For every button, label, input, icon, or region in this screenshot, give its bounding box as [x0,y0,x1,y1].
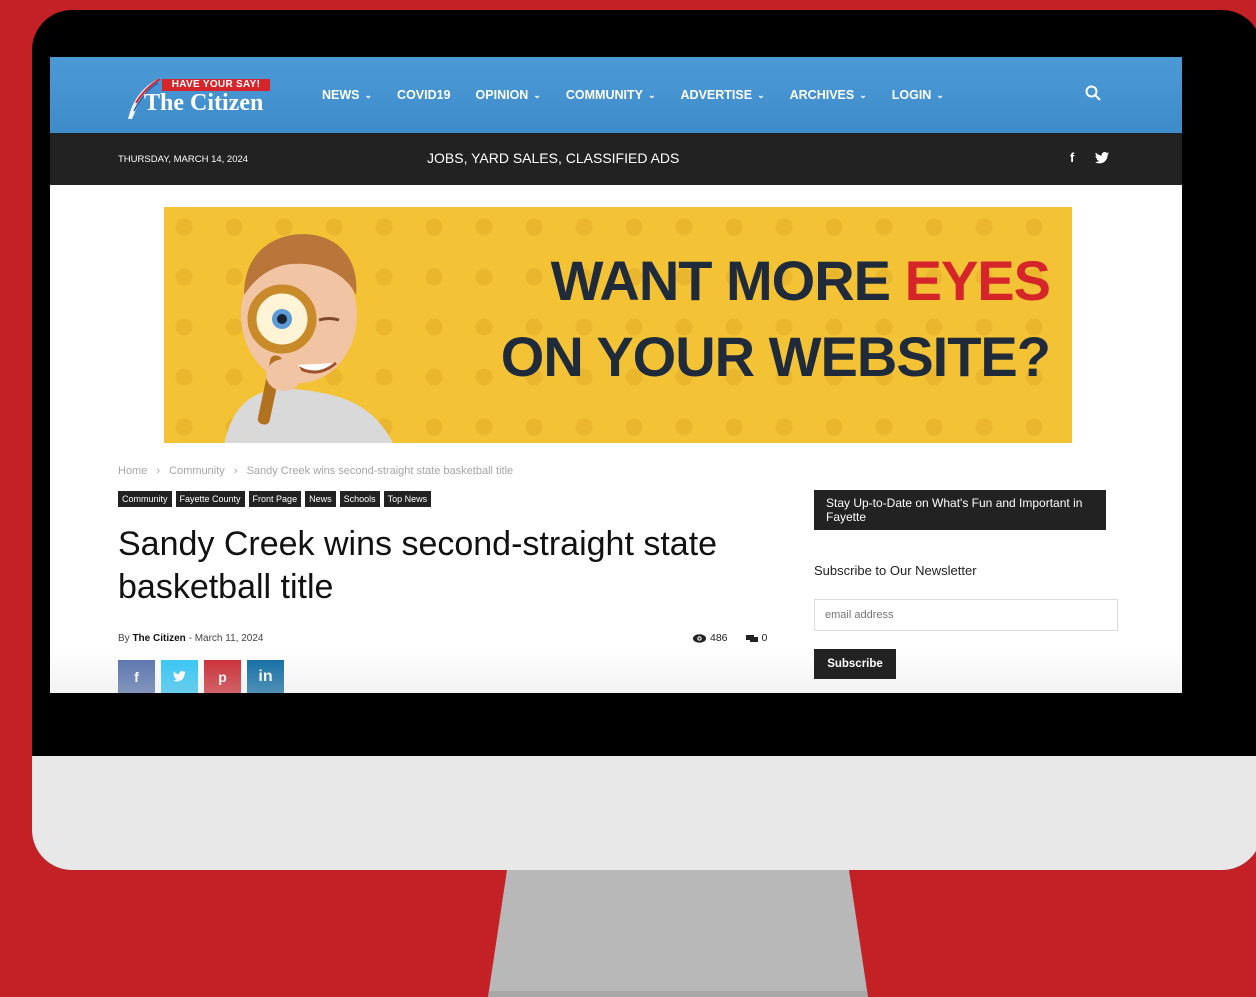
subscribe-button[interactable]: Subscribe [814,649,896,679]
nav-menu: NEWS ⌄ COVID19 OPINION ⌄ COMMUNITY ⌄ ADVERT… [322,57,969,133]
jobs-classifieds-link[interactable]: JOBS, YARD SALES, CLASSIFIED ADS [427,150,679,166]
facebook-icon[interactable]: f [1070,150,1074,165]
nav-label: ARCHIVES [789,88,855,102]
site-logo[interactable]: HAVE YOUR SAY! The Citizen [118,73,288,121]
article-stats: 486 0 [693,632,767,644]
breadcrumb-separator: › [156,465,161,477]
nav-item-opinion[interactable]: OPINION ⌄ [476,88,541,102]
nav-label: COMMUNITY [565,88,643,102]
share-buttons: f p in [118,660,290,693]
category-tag[interactable]: Community [118,491,172,507]
comment-count[interactable]: 0 [762,632,768,644]
chevron-down-icon: ⌄ [757,89,765,100]
share-pinterest-button[interactable]: p [204,660,241,693]
eye-icon [693,633,706,643]
breadcrumb: Home › Community › Sandy Creek wins seco… [118,465,519,477]
monitor-chin [32,756,1256,870]
breadcrumb-home[interactable]: Home [118,465,147,477]
share-facebook-button[interactable]: f [118,660,155,693]
monitor-stand [488,870,868,997]
newsletter-subheader: Subscribe to Our Newsletter [814,563,977,578]
nav-label: NEWS [322,88,360,102]
category-tag[interactable]: News [305,491,336,507]
nav-item-login[interactable]: LOGIN ⌄ [892,88,944,102]
category-tag[interactable]: Schools [339,491,380,507]
email-input[interactable] [814,599,1118,631]
nav-label: OPINION [475,88,529,102]
nav-label: LOGIN [891,88,932,102]
advertisement-banner[interactable]: WANT MORE EYES ON YOUR WEBSITE? [164,207,1072,443]
search-icon[interactable] [1085,85,1101,101]
top-navigation: HAVE YOUR SAY! The Citizen NEWS ⌄ COVID19… [50,57,1182,133]
article-date: March 11, 2024 [194,633,264,644]
category-tag[interactable]: Top News [383,491,432,507]
chevron-down-icon: ⌄ [859,89,867,100]
logo-name: The Citizen [144,90,264,116]
category-tag[interactable]: Front Page [248,491,302,507]
article-title: Sandy Creek wins second-straight state b… [118,525,718,606]
nav-item-archives[interactable]: ARCHIVES ⌄ [790,88,867,102]
twitter-icon [173,671,186,682]
chevron-down-icon: ⌄ [364,89,373,100]
banner-highlight: EYES [904,249,1051,312]
chevron-down-icon: ⌄ [936,89,944,100]
child-magnifying-glass-image [224,234,393,443]
share-linkedin-button[interactable]: in [247,660,284,693]
banner-headline-line2: ON YOUR WEBSITE? [500,325,1051,388]
nav-label: ADVERTISE [680,88,753,102]
category-tag[interactable]: Fayette County [175,491,245,507]
twitter-icon[interactable] [1095,152,1109,164]
share-twitter-button[interactable] [161,660,198,693]
chevron-down-icon: ⌄ [647,89,656,100]
banner-text: WANT MORE [550,249,905,312]
nav-item-news[interactable]: NEWS ⌄ [322,88,372,102]
nav-item-advertise[interactable]: ADVERTISE ⌄ [681,88,765,102]
nav-item-covid19[interactable]: COVID19 [397,88,451,102]
current-date: THURSDAY, MARCH 14, 2024 [118,154,249,165]
banner-headline-line1: WANT MORE EYES [550,249,1051,312]
breadcrumb-current: Sandy Creek wins second-straight state b… [246,465,514,477]
newsletter-header: Stay Up-to-Date on What's Fun and Import… [814,490,1106,530]
category-tags: Community Fayette County Front Page News… [118,491,435,507]
nav-item-community[interactable]: COMMUNITY ⌄ [566,88,656,102]
nav-label: COVID19 [397,88,451,102]
view-count: 486 [710,632,728,644]
screen: HAVE YOUR SAY! The Citizen NEWS ⌄ COVID19… [50,57,1182,693]
byline-dash: - [188,633,192,644]
breadcrumb-community[interactable]: Community [169,465,225,477]
breadcrumb-separator: › [233,465,238,477]
byline-prefix: By [118,633,130,644]
article-byline: By The Citizen - March 11, 2024 [118,633,263,644]
author-link[interactable]: The Citizen [132,633,185,644]
comments-icon[interactable] [745,634,758,643]
chevron-down-icon: ⌄ [533,89,541,100]
secondary-bar: THURSDAY, MARCH 14, 2024 JOBS, YARD SALE… [50,133,1182,185]
